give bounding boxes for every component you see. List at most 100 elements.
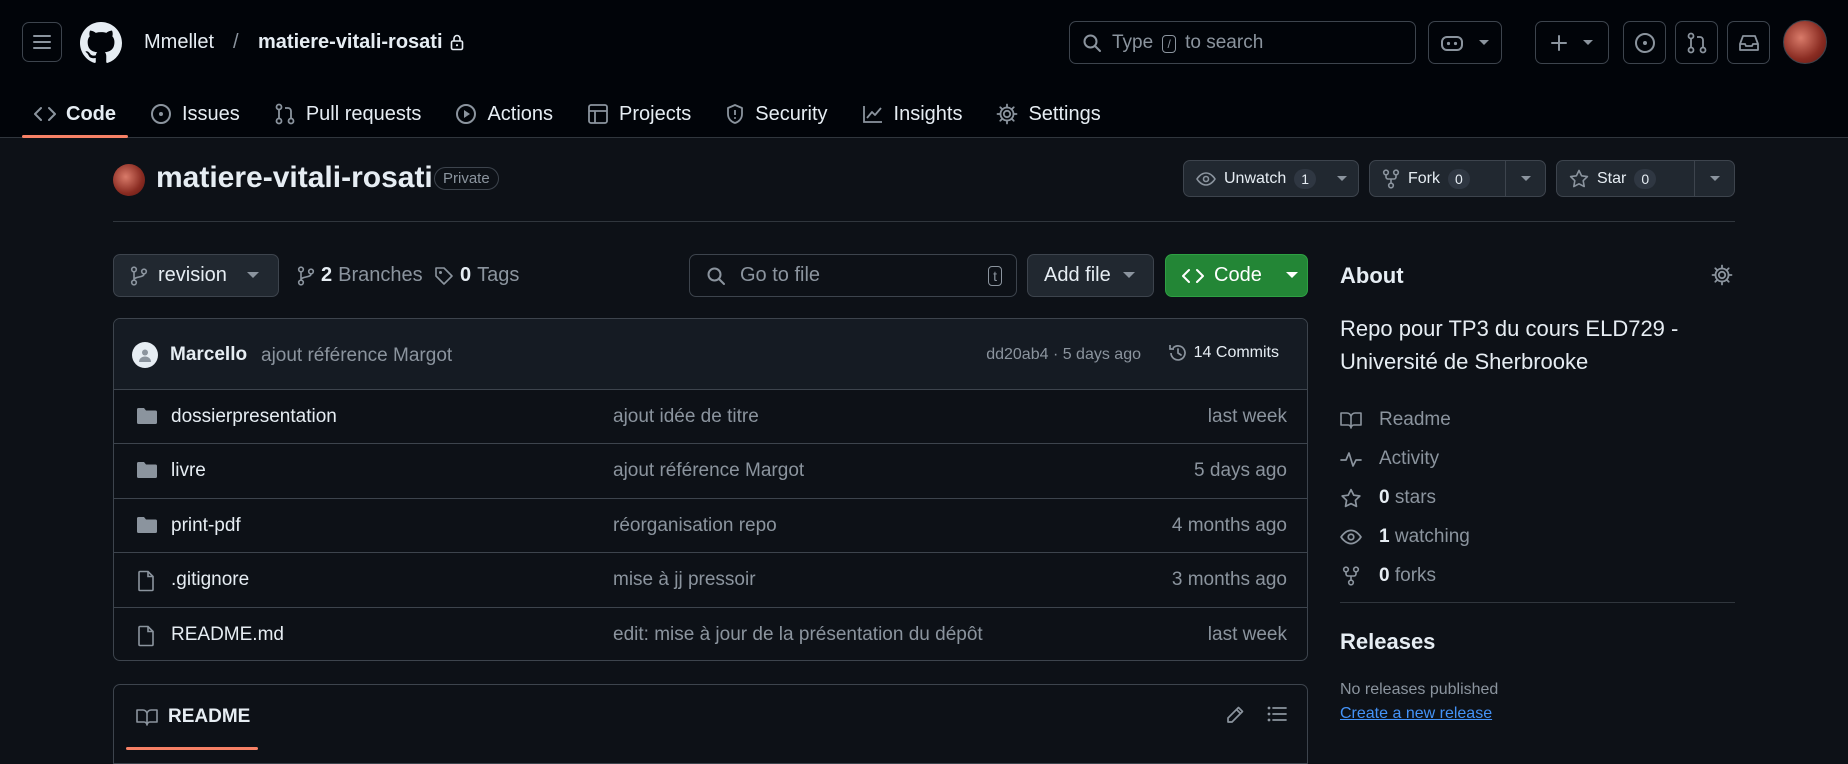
repo-owner-avatar[interactable] bbox=[113, 164, 145, 196]
code-icon bbox=[1182, 268, 1204, 283]
stars-count: 0 bbox=[1379, 486, 1390, 508]
file-date: 5 days ago bbox=[1194, 460, 1287, 482]
shield-icon bbox=[727, 104, 744, 124]
go-to-file-shortcut: t bbox=[988, 266, 1002, 286]
file-name[interactable]: .gitignore bbox=[171, 569, 249, 591]
code-button[interactable]: Code bbox=[1165, 254, 1308, 297]
file-icon bbox=[136, 625, 156, 647]
file-commit-message[interactable]: réorganisation repo bbox=[613, 515, 777, 537]
star-dropdown[interactable] bbox=[1694, 161, 1734, 196]
file-commit-message[interactable]: edit: mise à jour de la présentation du … bbox=[613, 624, 983, 646]
pulse-icon bbox=[1340, 451, 1362, 467]
fork-dropdown[interactable] bbox=[1505, 161, 1545, 196]
tab-settings[interactable]: Settings bbox=[984, 90, 1112, 138]
folder-icon bbox=[136, 407, 158, 425]
issues-button[interactable] bbox=[1623, 21, 1666, 64]
readme-tab[interactable]: README bbox=[136, 706, 250, 728]
book-icon bbox=[1340, 411, 1362, 429]
pull-request-icon bbox=[1687, 32, 1706, 53]
visibility-badge: Private bbox=[434, 167, 499, 190]
unwatch-main[interactable]: Unwatch 1 bbox=[1184, 161, 1328, 196]
repo-title[interactable]: matiere-vitali-rosati bbox=[156, 161, 433, 195]
fork-icon bbox=[1382, 168, 1400, 189]
unwatch-label: Unwatch bbox=[1224, 169, 1287, 187]
file-commit-message[interactable]: ajout référence Margot bbox=[613, 460, 804, 482]
latest-commit-row: Marcello ajout référence Margot dd20ab4 … bbox=[114, 319, 1307, 390]
forks-label: forks bbox=[1394, 564, 1437, 586]
chevron-down-icon bbox=[1479, 39, 1489, 45]
tab-projects[interactable]: Projects bbox=[575, 90, 703, 138]
file-name[interactable]: print-pdf bbox=[171, 515, 241, 537]
chevron-down-icon bbox=[1285, 272, 1298, 278]
stars-link[interactable]: 0 stars bbox=[1340, 478, 1470, 517]
chevron-down-icon bbox=[1583, 39, 1593, 45]
commit-message[interactable]: ajout référence Margot bbox=[261, 345, 452, 367]
tab-issues[interactable]: Issues bbox=[138, 90, 252, 138]
inbox-button[interactable] bbox=[1727, 21, 1770, 64]
commits-link[interactable]: 14 Commits bbox=[1168, 343, 1279, 363]
watch-count: 1 bbox=[1294, 168, 1317, 189]
issue-icon bbox=[151, 104, 171, 124]
tab-pull-requests[interactable]: Pull requests bbox=[262, 90, 434, 138]
search-input[interactable]: Type / to search bbox=[1069, 21, 1416, 64]
commit-author-avatar[interactable] bbox=[132, 342, 158, 368]
watching-link[interactable]: 1 watching bbox=[1340, 517, 1470, 556]
tab-actions[interactable]: Actions bbox=[443, 90, 565, 138]
create-new-button[interactable] bbox=[1535, 21, 1609, 64]
fork-button[interactable]: Fork 0 bbox=[1369, 160, 1546, 197]
file-commit-message[interactable]: mise à jj pressoir bbox=[613, 569, 756, 591]
forks-count: 0 bbox=[1379, 564, 1390, 586]
go-to-file-input[interactable]: Go to file t bbox=[689, 254, 1017, 297]
add-file-label: Add file bbox=[1044, 264, 1111, 286]
chevron-down-icon bbox=[1520, 175, 1531, 181]
branches-label: Branches bbox=[338, 264, 423, 286]
commit-sha-time[interactable]: dd20ab4 · 5 days ago bbox=[986, 346, 1141, 364]
branches-link[interactable]: 2 Branches bbox=[297, 264, 423, 287]
file-table: Marcello ajout référence Margot dd20ab4 … bbox=[113, 318, 1308, 661]
branches-count: 2 bbox=[321, 264, 333, 286]
tab-code[interactable]: Code bbox=[22, 90, 128, 138]
fork-icon bbox=[1342, 565, 1360, 586]
no-releases-text: No releases published bbox=[1340, 681, 1499, 698]
forks-link[interactable]: 0 forks bbox=[1340, 556, 1470, 595]
table-icon bbox=[588, 104, 608, 124]
star-main[interactable]: Star 0 bbox=[1557, 161, 1694, 196]
file-date: last week bbox=[1207, 623, 1287, 645]
file-name[interactable]: README.md bbox=[171, 624, 284, 646]
github-logo-icon[interactable] bbox=[80, 22, 122, 64]
star-button[interactable]: Star 0 bbox=[1556, 160, 1735, 197]
file-name[interactable]: livre bbox=[171, 460, 206, 482]
play-icon bbox=[456, 104, 477, 124]
commit-author[interactable]: Marcello bbox=[170, 344, 247, 366]
unwatch-button[interactable]: Unwatch 1 bbox=[1183, 160, 1359, 197]
breadcrumb-repo[interactable]: matiere-vitali-rosati bbox=[258, 31, 443, 54]
readme-link[interactable]: Readme bbox=[1340, 400, 1470, 439]
branch-selector[interactable]: revision bbox=[113, 254, 279, 297]
create-release-link[interactable]: Create a new release bbox=[1340, 705, 1492, 723]
list-icon[interactable] bbox=[1267, 705, 1287, 723]
pencil-icon[interactable] bbox=[1225, 705, 1245, 725]
breadcrumb-owner[interactable]: Mmellet bbox=[144, 31, 214, 54]
search-placeholder: Type / to search bbox=[1112, 31, 1264, 53]
star-count: 0 bbox=[1634, 168, 1657, 189]
add-file-button[interactable]: Add file bbox=[1027, 254, 1154, 297]
file-name[interactable]: dossierpresentation bbox=[171, 406, 337, 428]
tag-icon bbox=[435, 266, 453, 285]
title-divider bbox=[113, 221, 1735, 222]
tab-insights[interactable]: Insights bbox=[850, 90, 975, 138]
copilot-button[interactable] bbox=[1428, 21, 1502, 64]
hamburger-icon bbox=[33, 35, 51, 49]
file-commit-message[interactable]: ajout idée de titre bbox=[613, 406, 759, 428]
folder-icon bbox=[136, 516, 158, 534]
table-row: print-pdf réorganisation repo 4 months a… bbox=[114, 499, 1307, 554]
fork-main[interactable]: Fork 0 bbox=[1370, 161, 1505, 196]
pull-requests-button[interactable] bbox=[1675, 21, 1718, 64]
activity-link[interactable]: Activity bbox=[1340, 439, 1470, 478]
releases-heading[interactable]: Releases bbox=[1340, 629, 1435, 655]
menu-button[interactable] bbox=[22, 22, 62, 62]
user-avatar[interactable] bbox=[1783, 20, 1827, 64]
unwatch-dropdown[interactable] bbox=[1328, 175, 1356, 182]
gear-icon[interactable] bbox=[1711, 264, 1733, 286]
tags-link[interactable]: 0 Tags bbox=[434, 264, 519, 287]
tab-security[interactable]: Security bbox=[713, 90, 839, 138]
